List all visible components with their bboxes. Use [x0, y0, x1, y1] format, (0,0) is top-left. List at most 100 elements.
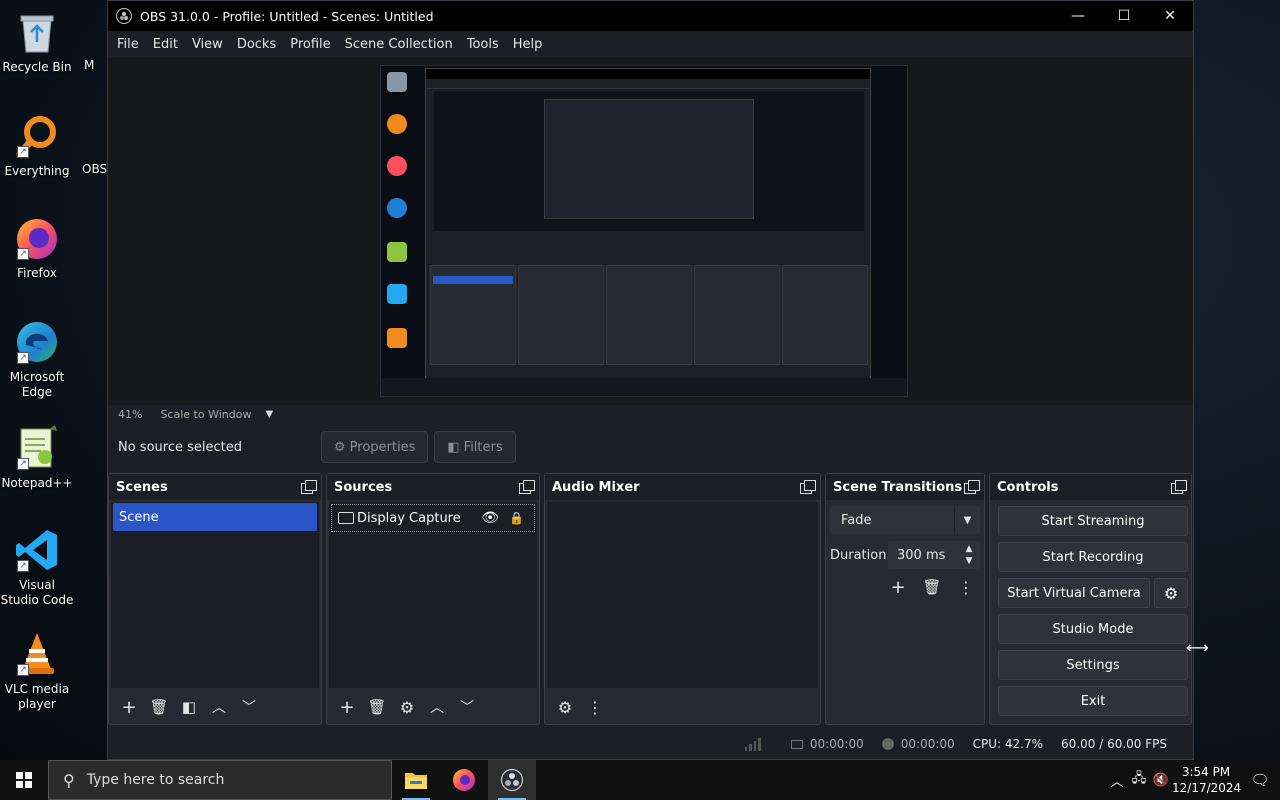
source-toolbar: No source selected ⚙ Properties ◧ Filter… [108, 425, 1193, 469]
taskbar-file-explorer[interactable] [392, 760, 440, 800]
minimize-button[interactable]: — [1055, 1, 1101, 31]
sources-dock-header: Sources [327, 474, 539, 500]
desktop-icon-recycle-bin[interactable]: Recycle Bin [0, 8, 74, 75]
network-icon[interactable]: 🖧 [1128, 769, 1150, 791]
close-button[interactable]: ✕ [1147, 1, 1193, 31]
plus-icon: + [121, 696, 137, 718]
edge-icon: ↗ [13, 318, 61, 366]
menu-profile[interactable]: Profile [283, 37, 337, 52]
preview-desktop-icon [387, 198, 407, 218]
taskbar-firefox[interactable] [440, 760, 488, 800]
add-source-button[interactable]: + [333, 694, 361, 720]
audio-mixer-dock: Audio Mixer ⚙ ⋮ [544, 473, 821, 725]
controls-dock: Controls Start Streaming Start Recording… [989, 473, 1192, 725]
scene-filters-button[interactable]: ◧ [175, 694, 203, 720]
float-dock-icon[interactable] [1171, 480, 1187, 494]
remove-scene-button[interactable]: 🗑 [145, 694, 173, 720]
filter-icon: ◧ [181, 698, 197, 716]
spin-arrows[interactable]: ▲ ▼ [958, 541, 980, 569]
float-dock-icon[interactable] [964, 480, 980, 494]
menu-scene-collection[interactable]: Scene Collection [338, 37, 460, 52]
desktop-icon-everything[interactable]: ↗ Everything [0, 112, 74, 179]
lock-icon[interactable]: 🔒 [509, 511, 524, 525]
eye-icon[interactable]: 👁 [481, 510, 499, 526]
source-properties-button[interactable]: ⚙ [393, 694, 421, 720]
add-scene-button[interactable]: + [115, 694, 143, 720]
firefox-icon [453, 769, 475, 791]
menu-tools[interactable]: Tools [460, 37, 506, 52]
properties-label: Properties [349, 439, 416, 455]
fps-readout: 60.00 / 60.00 FPS [1061, 737, 1167, 751]
move-scene-up-button[interactable]: ︿ [205, 694, 233, 720]
add-transition-button[interactable]: + [884, 574, 912, 600]
transition-menu-button[interactable]: ⋮ [952, 574, 980, 600]
window-controls: — ☐ ✕ [1055, 1, 1193, 31]
preview-canvas[interactable] [108, 57, 1193, 405]
start-recording-button[interactable]: Start Recording [998, 542, 1188, 572]
audio-advanced-properties-button[interactable]: ⚙ [551, 694, 579, 720]
desktop-icon-partial[interactable]: M [84, 58, 94, 72]
taskbar-search[interactable]: ⚲ Type here to search [48, 760, 392, 800]
menu-file[interactable]: File [110, 37, 146, 52]
move-source-down-button[interactable]: ﹀ [453, 694, 481, 720]
taskbar-obs[interactable] [488, 760, 536, 800]
start-virtual-camera-button[interactable]: Start Virtual Camera [998, 578, 1150, 608]
menu-edit[interactable]: Edit [146, 37, 185, 52]
windows-logo-icon [16, 772, 32, 788]
menu-help[interactable]: Help [506, 37, 550, 52]
virtual-camera-settings-button[interactable]: ⚙ [1154, 578, 1188, 608]
desktop-icon-vlc[interactable]: ↗ VLC media player [0, 630, 74, 712]
record-time: 00:00:00 [900, 737, 955, 751]
stream-time: 00:00:00 [809, 737, 864, 751]
filters-button[interactable]: ◧ Filters [434, 431, 516, 463]
status-bar: 00:00:00 00:00:00 CPU: 42.7% 60.00 / 60.… [108, 729, 1193, 759]
studio-mode-button[interactable]: Studio Mode [998, 614, 1188, 644]
dock-title: Audio Mixer [552, 479, 640, 495]
chevron-down-icon: ﹀ [460, 700, 474, 716]
monitor-icon [338, 512, 354, 524]
duration-spinbox[interactable]: 300 ms ▲ ▼ [888, 541, 980, 569]
audio-mixer-footer: ⚙ ⋮ [545, 690, 820, 724]
audio-mixer-menu-button[interactable]: ⋮ [581, 694, 609, 720]
properties-button[interactable]: ⚙ Properties [321, 431, 429, 463]
source-item[interactable]: Display Capture 👁 🔒 [331, 504, 535, 532]
transition-select[interactable]: Fade ▼ [830, 506, 980, 534]
menu-docks[interactable]: Docks [230, 37, 283, 52]
taskbar-clock[interactable]: 3:54 PM 12/17/2024 [1172, 764, 1241, 796]
remove-source-button[interactable]: 🗑 [363, 694, 391, 720]
gears-icon: ⚙ [557, 697, 573, 717]
settings-button[interactable]: Settings [998, 650, 1188, 680]
plus-icon: + [339, 696, 355, 718]
gear-icon: ⚙ [1163, 583, 1179, 603]
title-bar[interactable]: OBS 31.0.0 - Profile: Untitled - Scenes:… [108, 1, 1193, 31]
menu-view[interactable]: View [185, 37, 230, 52]
desktop-icon-notepad-plus-plus[interactable]: ↗ Notepad++ [0, 424, 74, 491]
move-scene-down-button[interactable]: ﹀ [235, 694, 263, 720]
zoom-level: 41% [118, 407, 143, 421]
move-source-up-button[interactable]: ︿ [423, 694, 451, 720]
float-dock-icon[interactable] [519, 480, 535, 494]
everything-search-icon: ↗ [13, 112, 61, 160]
maximize-button[interactable]: ☐ [1101, 1, 1147, 31]
desktop-icon-obs-partial[interactable]: OBS [82, 162, 107, 176]
chevron-down-icon[interactable]: ▼ [966, 555, 973, 567]
exit-button[interactable]: Exit [998, 686, 1188, 716]
notifications-icon[interactable]: 🗨 [1240, 771, 1280, 789]
desktop-icon-firefox[interactable]: ↗ Firefox [0, 214, 74, 281]
desktop-icon-label: Visual Studio Code [0, 578, 74, 607]
start-streaming-button[interactable]: Start Streaming [998, 506, 1188, 536]
source-name: Display Capture [357, 510, 461, 526]
float-dock-icon[interactable] [800, 480, 816, 494]
firefox-icon: ↗ [13, 214, 61, 262]
chevron-up-icon[interactable]: ︿ [1106, 771, 1128, 790]
start-button[interactable] [0, 760, 48, 800]
chevron-up-icon[interactable]: ▲ [966, 543, 973, 555]
scale-mode-select[interactable]: Scale to Window [160, 408, 251, 421]
desktop-icon-edge[interactable]: ↗ Microsoft Edge [0, 318, 74, 400]
scene-item[interactable]: Scene [113, 503, 317, 531]
speaker-muted-icon[interactable]: 🔇 [1150, 773, 1172, 788]
chevron-down-icon[interactable]: ▼ [265, 409, 273, 420]
float-dock-icon[interactable] [301, 480, 317, 494]
desktop-icon-vscode[interactable]: ↗ Visual Studio Code [0, 526, 74, 608]
remove-transition-button[interactable]: 🗑 [918, 574, 946, 600]
